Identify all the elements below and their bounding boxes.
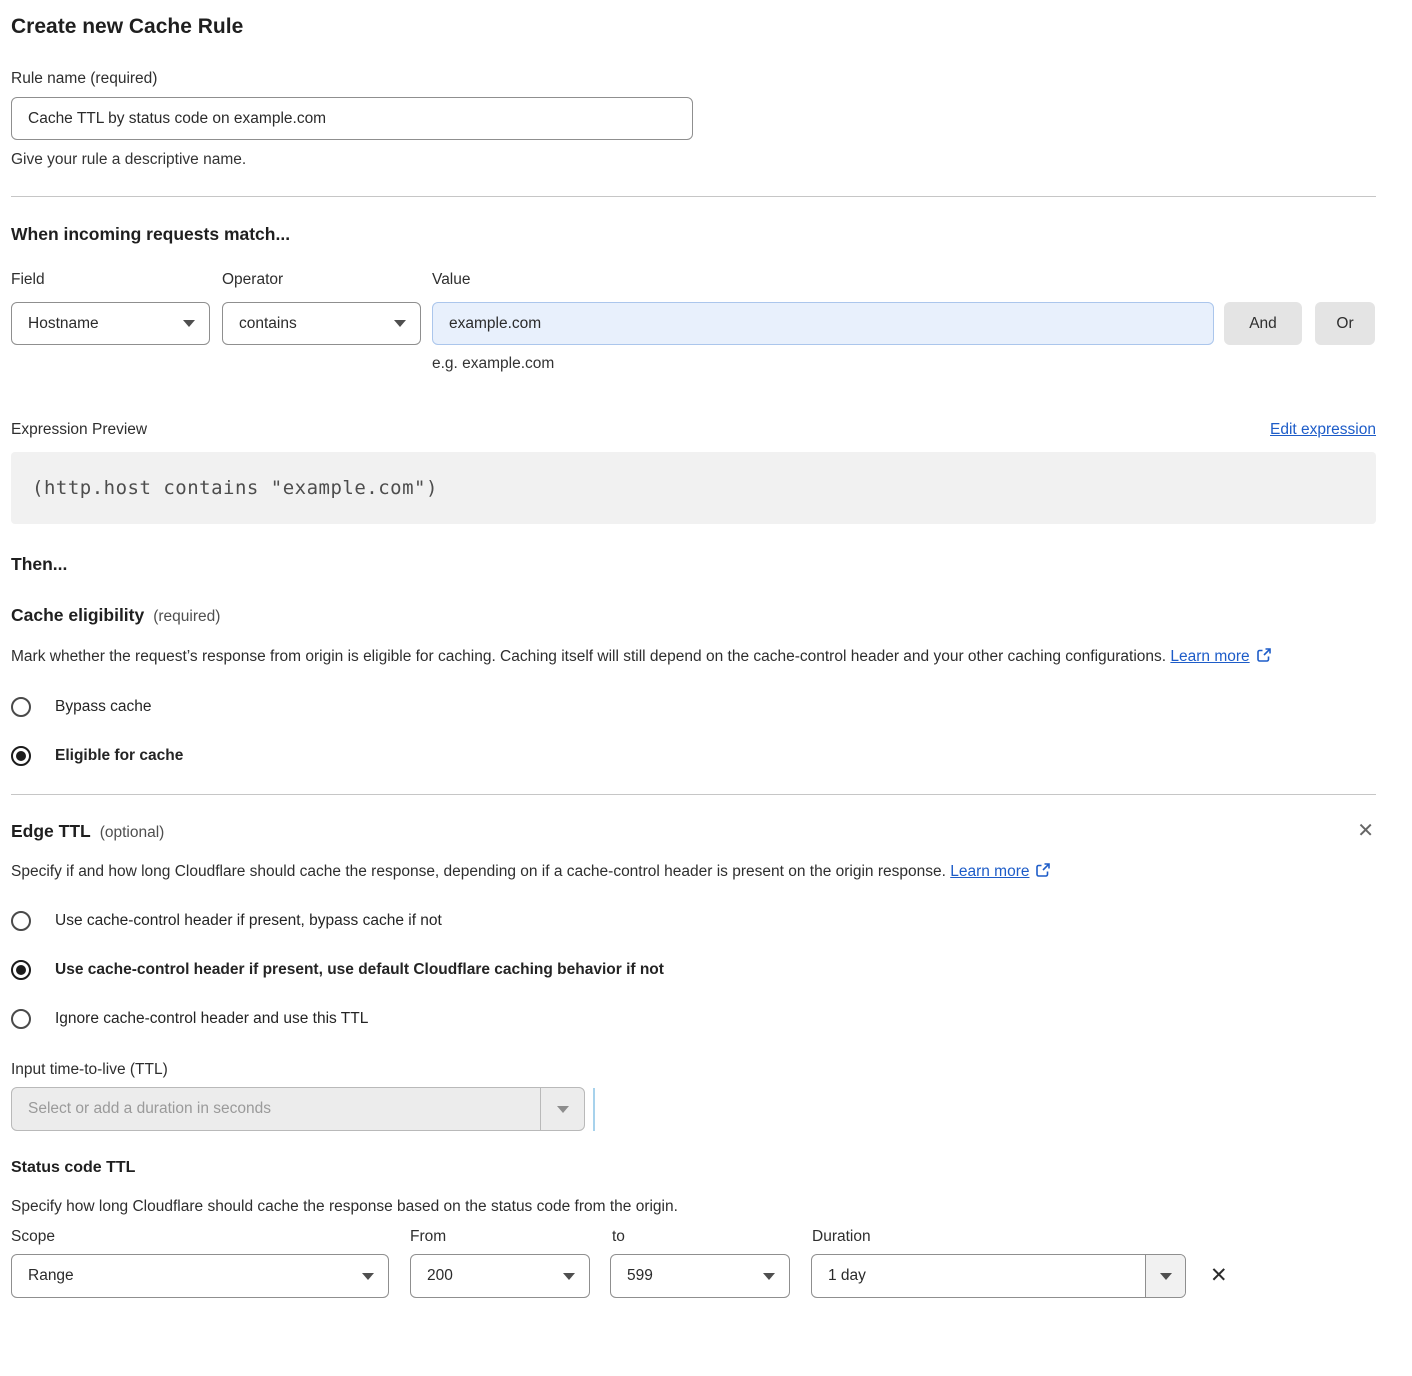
- status-code-labels-row: Scope From to Duration: [11, 1226, 1376, 1247]
- ttl-input-label: Input time-to-live (TTL): [11, 1059, 1376, 1080]
- radio-selected-icon: [11, 746, 31, 766]
- radio-eligible-for-cache-label: Eligible for cache: [55, 744, 183, 768]
- match-controls-row: Hostname contains And Or: [11, 302, 1376, 345]
- ttl-input-row: Select or add a duration in seconds: [11, 1087, 1376, 1131]
- cache-eligibility-header: Cache eligibility (required): [11, 604, 1376, 627]
- then-heading: Then...: [11, 553, 1376, 576]
- chevron-down-icon: [1160, 1273, 1172, 1280]
- chevron-down-icon: [763, 1273, 775, 1280]
- radio-unselected-icon: [11, 697, 31, 717]
- duration-label: Duration: [812, 1226, 871, 1247]
- ttl-select-placeholder: Select or add a duration in seconds: [12, 1088, 540, 1130]
- edge-ttl-title-group: Edge TTL (optional): [11, 820, 164, 843]
- text-cursor-indicator: [593, 1088, 595, 1131]
- radio-selected-icon: [11, 960, 31, 980]
- ttl-select-arrow-button[interactable]: [540, 1088, 584, 1130]
- field-label: Field: [11, 269, 222, 290]
- radio-unselected-icon: [11, 1009, 31, 1029]
- create-cache-rule-form: Create new Cache Rule Rule name (require…: [0, 0, 1412, 1298]
- external-link-icon: [1035, 860, 1051, 888]
- edit-expression-link[interactable]: Edit expression: [1270, 421, 1376, 439]
- expression-code: (http.host contains "example.com"): [32, 477, 438, 499]
- status-code-ttl-description: Specify how long Cloudflare should cache…: [11, 1196, 1376, 1218]
- radio-eligible-for-cache[interactable]: Eligible for cache: [11, 744, 1376, 768]
- field-select-value: Hostname: [28, 315, 99, 333]
- operator-select[interactable]: contains: [222, 302, 421, 345]
- close-icon[interactable]: ✕: [1355, 820, 1376, 843]
- section-divider: [11, 794, 1376, 795]
- cache-eligibility-description-text: Mark whether the request’s response from…: [11, 648, 1166, 665]
- or-button[interactable]: Or: [1315, 302, 1375, 345]
- scope-label: Scope: [11, 1226, 410, 1247]
- radio-use-header-default[interactable]: Use cache-control header if present, use…: [11, 958, 1376, 982]
- cache-eligibility-title: Cache eligibility: [11, 604, 144, 627]
- rule-name-input[interactable]: [11, 97, 693, 140]
- radio-ignore-header-label: Ignore cache-control header and use this…: [55, 1007, 368, 1031]
- radio-unselected-icon: [11, 911, 31, 931]
- scope-select-value: Range: [28, 1267, 74, 1285]
- and-button[interactable]: And: [1224, 302, 1302, 345]
- cache-eligibility-learn-more-link[interactable]: Learn more: [1170, 648, 1249, 665]
- edge-ttl-learn-more-link[interactable]: Learn more: [950, 863, 1029, 880]
- value-hint: e.g. example.com: [432, 353, 1376, 374]
- edge-ttl-description: Specify if and how long Cloudflare shoul…: [11, 858, 1116, 888]
- chevron-down-icon: [394, 320, 406, 327]
- match-labels-row: Field Operator Value: [11, 269, 1376, 290]
- chevron-down-icon: [557, 1106, 569, 1113]
- edge-ttl-description-text: Specify if and how long Cloudflare shoul…: [11, 863, 946, 880]
- radio-use-header-default-label: Use cache-control header if present, use…: [55, 958, 664, 982]
- edge-ttl-header: Edge TTL (optional) ✕: [11, 820, 1376, 843]
- expression-preview-block: (http.host contains "example.com"): [11, 452, 1376, 524]
- chevron-down-icon: [563, 1273, 575, 1280]
- external-link-icon: [1256, 645, 1272, 673]
- to-select-value: 599: [627, 1267, 653, 1285]
- chevron-down-icon: [362, 1273, 374, 1280]
- radio-ignore-header[interactable]: Ignore cache-control header and use this…: [11, 1007, 1376, 1031]
- rule-name-help: Give your rule a descriptive name.: [11, 149, 1376, 170]
- to-select[interactable]: 599: [610, 1254, 790, 1298]
- status-code-controls-row: Range 200 599 1 day ✕: [11, 1254, 1376, 1298]
- expression-header: Expression Preview Edit expression: [11, 419, 1376, 441]
- rule-name-label: Rule name (required): [11, 68, 1376, 89]
- operator-select-value: contains: [239, 315, 297, 333]
- edge-ttl-optional: (optional): [100, 824, 165, 842]
- duration-select[interactable]: 1 day: [811, 1254, 1186, 1298]
- ttl-select[interactable]: Select or add a duration in seconds: [11, 1087, 585, 1131]
- value-label: Value: [432, 269, 1214, 290]
- from-select-value: 200: [427, 1267, 453, 1285]
- status-code-ttl-title: Status code TTL: [11, 1157, 1376, 1179]
- expression-preview-label: Expression Preview: [11, 419, 147, 441]
- delete-row-icon[interactable]: ✕: [1210, 1264, 1228, 1288]
- operator-label: Operator: [222, 269, 432, 290]
- cache-eligibility-description: Mark whether the request’s response from…: [11, 643, 1351, 673]
- radio-bypass-cache-label: Bypass cache: [55, 695, 152, 719]
- to-label: to: [612, 1226, 812, 1247]
- field-select[interactable]: Hostname: [11, 302, 210, 345]
- value-input[interactable]: [432, 302, 1214, 345]
- duration-select-value: 1 day: [812, 1255, 1145, 1297]
- page-title: Create new Cache Rule: [11, 13, 1376, 40]
- radio-use-header-bypass-label: Use cache-control header if present, byp…: [55, 909, 442, 933]
- match-heading: When incoming requests match...: [11, 223, 1376, 246]
- duration-select-arrow-button[interactable]: [1145, 1255, 1185, 1297]
- from-label: From: [410, 1226, 612, 1247]
- cache-eligibility-required: (required): [153, 608, 220, 626]
- scope-select[interactable]: Range: [11, 1254, 389, 1298]
- radio-use-header-bypass[interactable]: Use cache-control header if present, byp…: [11, 909, 1376, 933]
- section-divider: [11, 196, 1376, 197]
- from-select[interactable]: 200: [410, 1254, 590, 1298]
- chevron-down-icon: [183, 320, 195, 327]
- edge-ttl-title: Edge TTL: [11, 820, 91, 843]
- radio-bypass-cache[interactable]: Bypass cache: [11, 695, 1376, 719]
